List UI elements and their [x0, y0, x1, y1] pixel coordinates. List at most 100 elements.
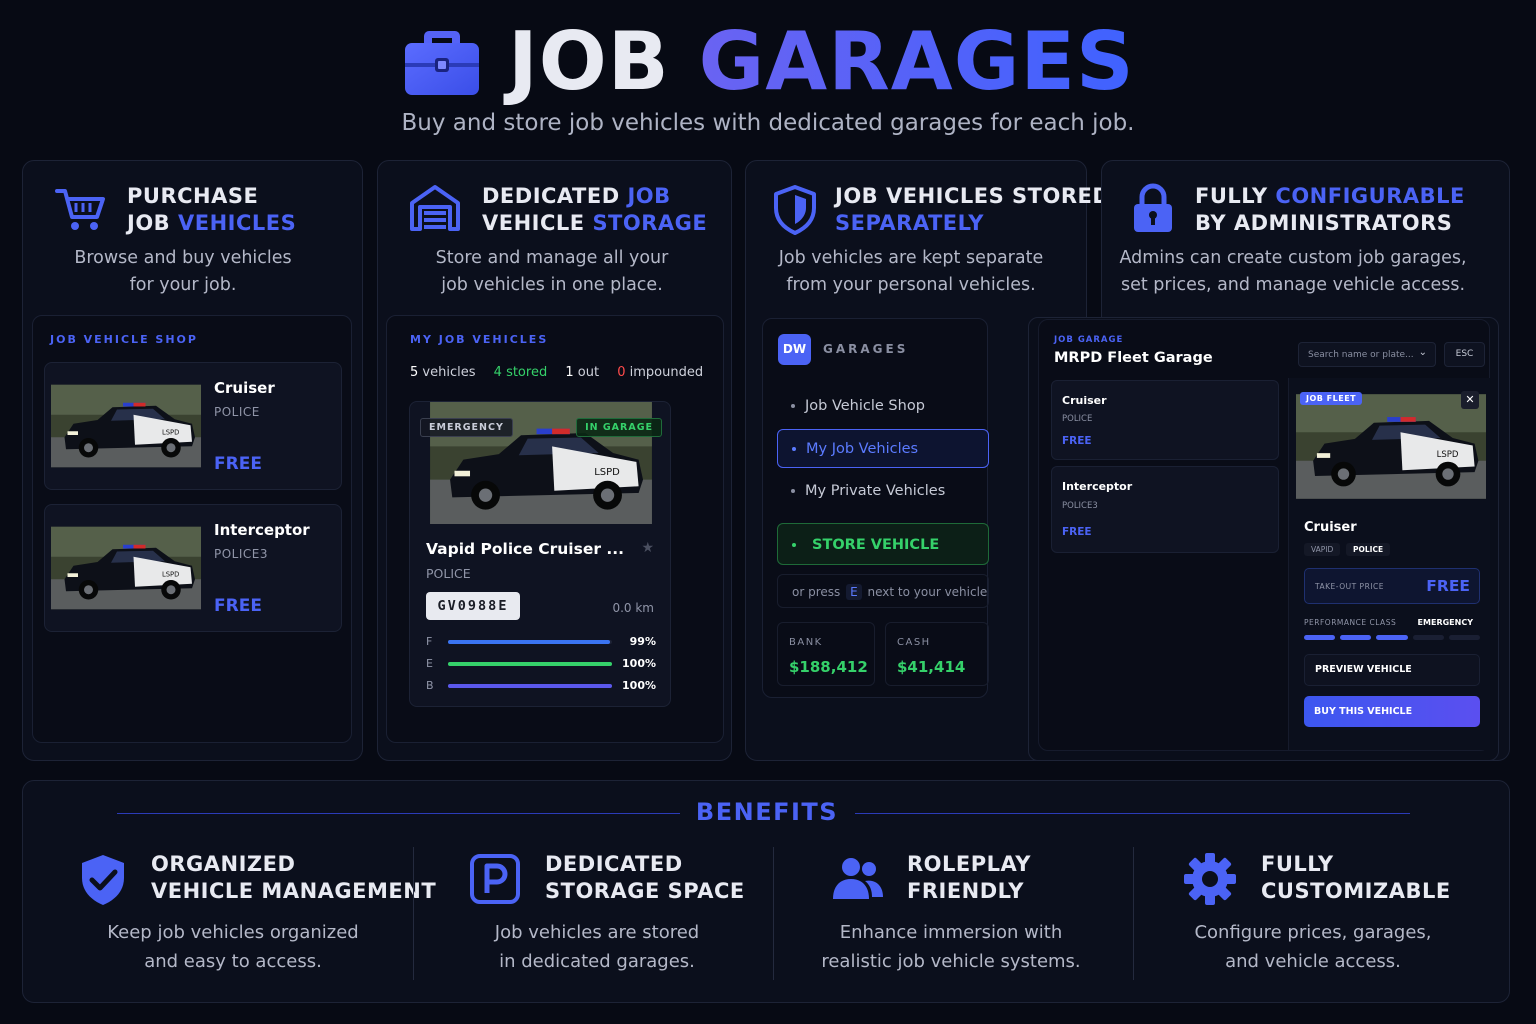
shop-item-class: POLICE — [214, 405, 260, 419]
feature-description: Browse and buy vehicles for your job. — [23, 245, 343, 299]
performance-meter — [1304, 635, 1480, 640]
feature-panel-storage: DEDICATED JOB VEHICLE STORAGE Store and … — [377, 160, 732, 761]
benefit-desc-line-1: Keep job vehicles organized — [107, 922, 359, 943]
fleet-detail-tag-class: POLICE — [1346, 543, 1391, 556]
fleet-item-name: Cruiser — [1062, 394, 1107, 407]
page-title: JOB GARAGES — [508, 18, 1135, 106]
feature-description: Job vehicles are kept separate from your… — [746, 245, 1076, 299]
benefit-title-line-1: FULLY — [1261, 852, 1334, 876]
benefit-description: Keep job vehicles organized and easy to … — [63, 918, 403, 976]
bank-label: BANK — [789, 637, 823, 648]
benefit-desc-line-1: Job vehicles are stored — [494, 922, 700, 943]
my-vehicles-heading: MY JOB VEHICLES — [410, 333, 549, 346]
benefit-description: Enhance immersion with realistic job veh… — [783, 918, 1119, 976]
price-value: FREE — [1426, 577, 1470, 595]
job-fleet-badge: JOB FLEET — [1300, 392, 1363, 405]
benefit-desc-line-2: realistic job vehicle systems. — [821, 951, 1081, 972]
feature-title: FULLY CONFIGURABLE BY ADMINISTRATORS — [1195, 183, 1465, 237]
vehicle-card[interactable]: EMERGENCY IN GARAGE Vapid Police Cruiser… — [409, 401, 671, 707]
feature-title-line-1: DEDICATED JOB — [482, 183, 707, 210]
feature-title-line-2-b: STORAGE — [592, 211, 708, 235]
garages-logo: DW — [778, 334, 811, 365]
feature-desc-line-1: Admins can create custom job garages, — [1119, 248, 1467, 268]
performance-segment — [1448, 635, 1480, 640]
take-out-price: TAKE-OUT PRICE FREE — [1304, 568, 1480, 604]
briefcase-icon — [405, 31, 479, 95]
stored-label: stored — [506, 365, 548, 380]
page-header: JOB GARAGES Buy and store job vehicles w… — [0, 0, 1536, 150]
cruiser-vehicle-image — [51, 372, 201, 480]
menu-item-job-vehicle-shop[interactable]: Job Vehicle Shop — [791, 398, 925, 414]
fleet-detail-tag-make: VAPID — [1304, 543, 1341, 556]
benefit-desc-line-2: in dedicated garages. — [499, 951, 695, 972]
bank-value: $188,412 — [789, 658, 868, 676]
shop-item-cruiser[interactable]: Cruiser POLICE FREE — [44, 362, 342, 490]
license-plate: GV0988E — [426, 592, 520, 620]
shop-item-class: POLICE3 — [214, 547, 269, 561]
benefit-desc-line-2: and easy to access. — [144, 951, 322, 972]
fleet-item-price: FREE — [1062, 435, 1092, 447]
close-icon[interactable]: ✕ — [1461, 391, 1479, 409]
benefit-title-line-1: DEDICATED — [545, 852, 683, 876]
feature-title-line-1: FULLY CONFIGURABLE — [1195, 183, 1465, 210]
status-bar-engine: E 100% — [426, 657, 656, 679]
bar-fill — [448, 684, 612, 688]
menu-item-my-job-vehicles[interactable]: My Job Vehicles — [777, 429, 989, 468]
feature-desc-line-1: Browse and buy vehicles — [74, 248, 292, 268]
title-part-2: GARAGES — [698, 15, 1135, 108]
status-bar-fuel: F 99% — [426, 635, 656, 657]
garages-menu: DW GARAGES Job Vehicle Shop My Job Vehic… — [762, 318, 989, 698]
impounded-count: 0 — [617, 365, 626, 380]
feature-title-line-1-b: JOB — [627, 184, 671, 208]
garage-icon — [410, 185, 460, 231]
fleet-item-class: POLICE3 — [1062, 501, 1098, 511]
fleet-search-input[interactable]: Search name or plate... ⌄ — [1298, 342, 1436, 367]
bank-balance: BANK $188,412 — [777, 622, 875, 686]
feature-title-line-2: SEPARATELY — [835, 211, 984, 235]
performance-segment — [1304, 635, 1336, 640]
benefits-heading: BENEFITS — [695, 798, 839, 826]
menu-item-label: My Job Vehicles — [806, 441, 919, 457]
feature-description: Store and manage all your job vehicles i… — [378, 245, 726, 299]
feature-desc-line-1: Store and manage all your — [435, 248, 669, 268]
shop-heading: JOB VEHICLE SHOP — [50, 333, 198, 346]
shopping-cart-icon — [55, 189, 105, 230]
benefit-divider — [773, 847, 774, 980]
garages-heading: GARAGES — [823, 342, 909, 356]
search-placeholder: Search name or plate... — [1308, 350, 1414, 360]
esc-button[interactable]: ESC — [1444, 342, 1485, 367]
benefit-title-line-1: ORGANIZED — [151, 852, 296, 876]
menu-item-my-private-vehicles[interactable]: My Private Vehicles — [791, 483, 945, 499]
feature-title-line-2: JOB VEHICLES — [127, 210, 296, 237]
gear-icon — [1184, 853, 1236, 905]
shop-item-interceptor[interactable]: Interceptor POLICE3 FREE — [44, 504, 342, 632]
feature-title-line-1: PURCHASE — [127, 184, 259, 208]
preview-vehicle-button[interactable]: PREVIEW VEHICLE — [1304, 654, 1480, 686]
hint-suffix: next to your vehicle — [867, 585, 988, 599]
store-hint: or press E next to your vehicle — [777, 574, 989, 608]
cash-value: $41,414 — [897, 658, 966, 676]
page-subtitle: Buy and store job vehicles with dedicate… — [401, 110, 1135, 136]
chevron-down-icon: ⌄ — [1418, 347, 1427, 358]
fleet-list-item-cruiser[interactable]: Cruiser POLICE FREE — [1051, 380, 1279, 460]
bullet — [792, 543, 796, 547]
benefits-section: BENEFITS ORGANIZED VEHICLE MANAGEMENT Ke… — [22, 780, 1510, 1003]
feature-title-line-2-a: JOB — [127, 211, 178, 235]
store-vehicle-button[interactable]: STORE VEHICLE — [777, 523, 989, 565]
benefit-divider — [413, 847, 414, 980]
benefit-title: FULLY CUSTOMIZABLE — [1261, 851, 1451, 905]
buy-vehicle-button[interactable]: BUY THIS VEHICLE — [1304, 696, 1480, 727]
vehicle-distance: 0.0 km — [612, 601, 654, 615]
feature-title: JOB VEHICLES STORED SEPARATELY — [835, 183, 1110, 237]
fleet-list-item-interceptor[interactable]: Interceptor POLICE3 FREE — [1051, 466, 1279, 553]
bar-label: B — [426, 679, 434, 692]
feature-title-line-2-a: VEHICLE — [482, 211, 593, 235]
parking-icon — [470, 854, 520, 904]
bar-value: 99% — [629, 635, 656, 648]
benefit-divider — [1133, 847, 1134, 980]
bar-track — [448, 662, 612, 666]
hint-key: E — [846, 584, 862, 600]
favorite-star-icon[interactable]: ★ — [641, 540, 654, 556]
performance-segment — [1340, 635, 1372, 640]
vehicle-class: POLICE — [426, 566, 471, 581]
